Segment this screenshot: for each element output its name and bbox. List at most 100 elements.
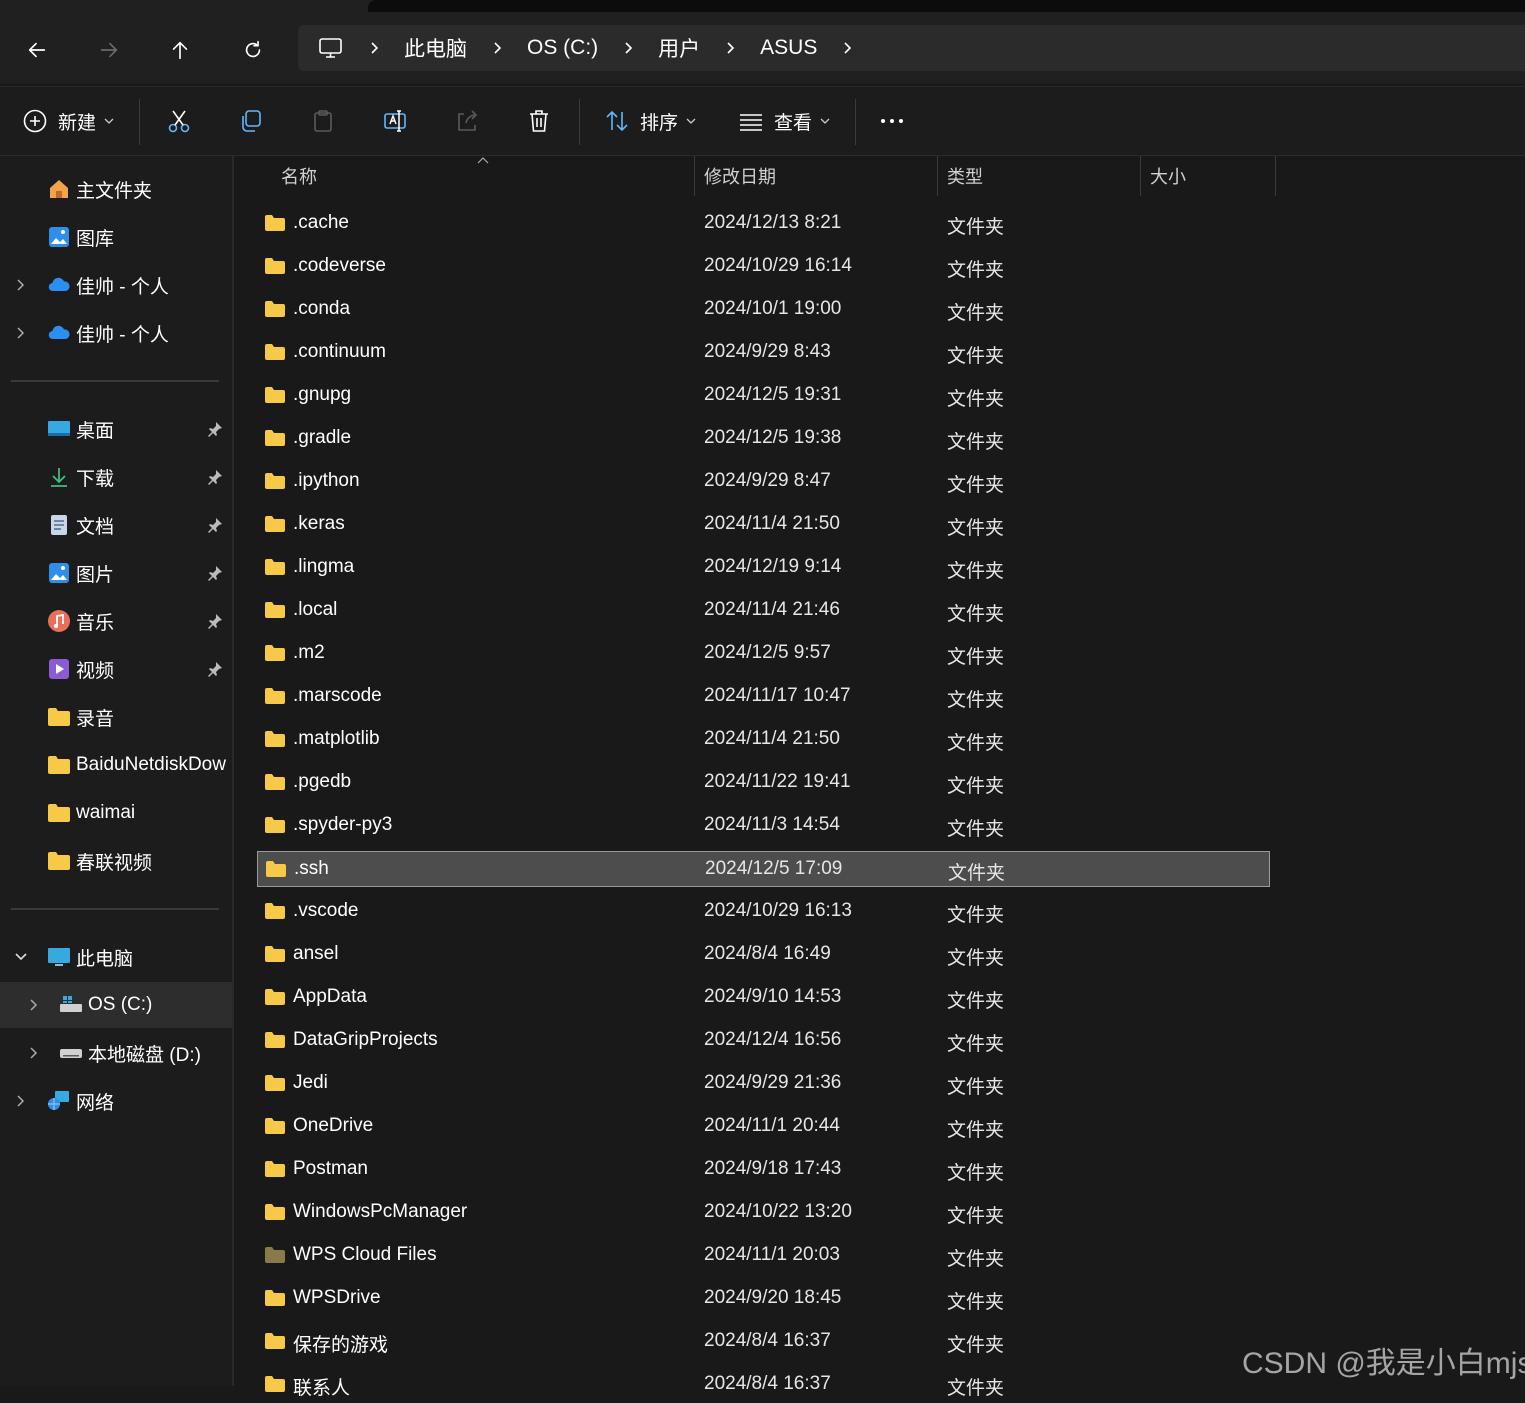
file-row[interactable]: .marscode 2024/11/17 10:47 文件夹 (257, 679, 1270, 715)
file-modified-date: 2024/10/22 13:20 (704, 1201, 852, 1222)
pane-splitter[interactable] (232, 156, 234, 1386)
folder-icon (265, 817, 285, 833)
view-button[interactable]: 查看 (738, 87, 830, 155)
chevron-right-icon[interactable] (724, 41, 738, 55)
pin-icon[interactable] (206, 468, 224, 486)
file-row[interactable]: .pgedb 2024/11/22 19:41 文件夹 (257, 765, 1270, 801)
sidebar-item-desktop[interactable]: 桌面 (0, 406, 232, 452)
file-row[interactable]: .spyder-py3 2024/11/3 14:54 文件夹 (257, 808, 1270, 844)
cut-button[interactable] (166, 87, 192, 155)
column-header-date[interactable]: 修改日期 (704, 156, 934, 196)
sidebar-item-this-pc[interactable]: 此电脑 (0, 934, 232, 980)
chevron-right-icon[interactable] (491, 41, 505, 55)
column-header-type[interactable]: 类型 (947, 156, 1137, 196)
chevron-right-icon[interactable] (27, 1046, 41, 1060)
chevron-right-icon[interactable] (841, 41, 855, 55)
forward-button[interactable] (91, 34, 127, 66)
column-separator[interactable] (1140, 156, 1141, 196)
pin-icon[interactable] (206, 660, 224, 678)
share-button[interactable] (454, 87, 480, 155)
sidebar-item-pictures[interactable]: 图片 (0, 550, 232, 596)
sidebar-item-downloads[interactable]: 下载 (0, 454, 232, 500)
pin-icon[interactable] (206, 564, 224, 582)
file-row[interactable]: .cache 2024/12/13 8:21 文件夹 (257, 206, 1270, 242)
file-row[interactable]: .local 2024/11/4 21:46 文件夹 (257, 593, 1270, 629)
column-header-date-label: 修改日期 (704, 167, 776, 187)
pin-icon[interactable] (206, 516, 224, 534)
new-button[interactable]: 新建 (22, 87, 114, 155)
folder-icon (265, 774, 285, 790)
chevron-right-icon[interactable] (368, 41, 382, 55)
file-row[interactable]: ansel 2024/8/4 16:49 文件夹 (257, 937, 1270, 973)
arrow-right-icon (100, 42, 118, 58)
pin-icon[interactable] (206, 612, 224, 630)
file-type: 文件夹 (947, 475, 1005, 496)
chevron-right-icon[interactable] (14, 326, 28, 340)
chevron-right-icon[interactable] (27, 998, 41, 1012)
sidebar-item-os-c[interactable]: OS (C:) (0, 982, 232, 1028)
address-bar[interactable]: 此电脑 OS (C:) 用户 ASUS (298, 25, 1525, 71)
column-separator[interactable] (694, 156, 695, 196)
file-row[interactable]: .keras 2024/11/4 21:50 文件夹 (257, 507, 1270, 543)
file-row[interactable]: .gradle 2024/12/5 19:38 文件夹 (257, 421, 1270, 457)
sidebar-item-documents[interactable]: 文档 (0, 502, 232, 548)
file-row[interactable]: .conda 2024/10/1 19:00 文件夹 (257, 292, 1270, 328)
file-row[interactable]: .matplotlib 2024/11/4 21:50 文件夹 (257, 722, 1270, 758)
sidebar-item-home[interactable]: 主文件夹 (0, 166, 232, 212)
chevron-right-icon[interactable] (14, 1094, 28, 1108)
breadcrumb-os-c[interactable]: OS (C:) (527, 36, 598, 60)
file-row[interactable]: DataGripProjects 2024/12/4 16:56 文件夹 (257, 1023, 1270, 1059)
sidebar-item-recordings[interactable]: 录音 (0, 694, 232, 740)
file-row[interactable]: 联系人 2024/8/4 16:37 文件夹 (257, 1367, 1270, 1403)
sidebar-item-waimai[interactable]: waimai (0, 790, 232, 836)
column-separator[interactable] (1275, 156, 1276, 196)
file-row[interactable]: .lingma 2024/12/19 9:14 文件夹 (257, 550, 1270, 586)
file-row[interactable]: Postman 2024/9/18 17:43 文件夹 (257, 1152, 1270, 1188)
up-button[interactable] (162, 34, 198, 66)
paste-button[interactable] (310, 87, 336, 155)
folder-icon (47, 753, 71, 777)
sidebar-item-music[interactable]: 音乐 (0, 598, 232, 644)
refresh-button[interactable] (235, 34, 271, 66)
file-row[interactable]: .gnupg 2024/12/5 19:31 文件夹 (257, 378, 1270, 414)
sidebar-item-onedrive-1[interactable]: 佳帅 - 个人 (0, 262, 232, 308)
file-row[interactable]: .vscode 2024/10/29 16:13 文件夹 (257, 894, 1270, 930)
breadcrumb-asus[interactable]: ASUS (760, 36, 817, 60)
file-row[interactable]: .ipython 2024/9/29 8:47 文件夹 (257, 464, 1270, 500)
column-header-size[interactable]: 大小 (1150, 156, 1270, 196)
more-options-button[interactable] (879, 87, 905, 155)
sidebar-item-network[interactable]: 网络 (0, 1078, 232, 1124)
file-row[interactable]: WindowsPcManager 2024/10/22 13:20 文件夹 (257, 1195, 1270, 1231)
sidebar-item-baidunetdisk[interactable]: BaiduNetdiskDow (0, 742, 232, 788)
sidebar-item-spring-videos[interactable]: 春联视频 (0, 838, 232, 884)
sidebar-item-onedrive-2[interactable]: 佳帅 - 个人 (0, 310, 232, 356)
back-button[interactable] (19, 34, 55, 66)
chevron-down-icon[interactable] (14, 950, 28, 964)
sidebar-item-gallery[interactable]: 图库 (0, 214, 232, 260)
file-row[interactable]: WPS Cloud Files 2024/11/1 20:03 文件夹 (257, 1238, 1270, 1274)
file-row[interactable]: 保存的游戏 2024/8/4 16:37 文件夹 (257, 1324, 1270, 1360)
monitor-icon[interactable] (318, 37, 344, 59)
file-row[interactable]: .codeverse 2024/10/29 16:14 文件夹 (257, 249, 1270, 285)
column-separator[interactable] (937, 156, 938, 196)
breadcrumb-users[interactable]: 用户 (658, 33, 700, 63)
file-row[interactable]: WPSDrive 2024/9/20 18:45 文件夹 (257, 1281, 1270, 1317)
file-row[interactable]: .m2 2024/12/5 9:57 文件夹 (257, 636, 1270, 672)
file-row[interactable]: .continuum 2024/9/29 8:43 文件夹 (257, 335, 1270, 371)
delete-button[interactable] (526, 87, 552, 155)
ellipsis-icon (881, 119, 903, 123)
sidebar-item-drive-d[interactable]: 本地磁盘 (D:) (0, 1030, 232, 1076)
sort-button[interactable]: 排序 (604, 87, 696, 155)
breadcrumb-this-pc[interactable]: 此电脑 (404, 33, 467, 63)
pin-icon[interactable] (206, 420, 224, 438)
rename-button[interactable] (382, 87, 408, 155)
sidebar-item-videos[interactable]: 视频 (0, 646, 232, 692)
file-row[interactable]: Jedi 2024/9/29 21:36 文件夹 (257, 1066, 1270, 1102)
copy-button[interactable] (238, 87, 264, 155)
active-tab[interactable] (368, 0, 1525, 12)
chevron-right-icon[interactable] (14, 278, 28, 292)
chevron-right-icon[interactable] (622, 41, 636, 55)
file-row[interactable]: OneDrive 2024/11/1 20:44 文件夹 (257, 1109, 1270, 1145)
file-row[interactable]: .ssh 2024/12/5 17:09 文件夹 (257, 851, 1270, 887)
file-row[interactable]: AppData 2024/9/10 14:53 文件夹 (257, 980, 1270, 1016)
